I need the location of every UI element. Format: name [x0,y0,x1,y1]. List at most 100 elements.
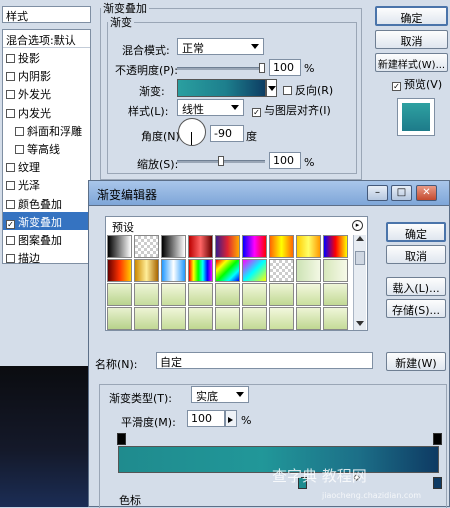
style-item-checkbox[interactable] [15,145,24,154]
close-button[interactable]: ✕ [416,185,437,201]
preset-swatch[interactable] [107,307,132,330]
style-item-checkbox[interactable] [6,236,15,245]
style-item[interactable]: 颜色叠加 [3,194,90,212]
new-style-button[interactable]: 新建样式(W)... [375,53,448,72]
styles-header[interactable]: 样式 [2,6,91,23]
gradient-picker[interactable] [177,79,266,97]
preset-swatch[interactable] [323,283,348,306]
new-gradient-button[interactable]: 新建(W) [386,352,446,371]
preset-swatch[interactable] [188,235,213,258]
preset-swatch[interactable] [215,235,240,258]
preset-swatch[interactable] [134,259,159,282]
scale-slider[interactable] [177,156,265,166]
gradient-dropdown[interactable] [266,79,277,97]
preset-swatch[interactable] [134,235,159,258]
gradient-type-select[interactable]: 实底 [191,386,249,403]
preset-swatch[interactable] [296,235,321,258]
opacity-stop-left[interactable] [117,433,126,445]
preset-swatch[interactable] [242,259,267,282]
preset-swatch[interactable] [242,235,267,258]
style-item[interactable]: ✓ 渐变叠加 [3,211,90,230]
presets-menu-icon[interactable]: ▸ [352,220,363,231]
preset-swatch[interactable] [242,283,267,306]
preset-swatch[interactable] [188,283,213,306]
style-item-checkbox[interactable] [6,254,15,264]
preset-swatch[interactable] [134,283,159,306]
preset-swatch[interactable] [161,235,186,258]
angle-dial[interactable] [178,118,206,146]
style-item-checkbox[interactable] [6,163,15,173]
align-checkbox[interactable]: ✓ [252,108,261,117]
style-item[interactable]: 光泽 [3,175,90,193]
scale-input[interactable]: 100 [269,152,301,169]
preset-swatch[interactable] [323,235,348,258]
preview-checkbox[interactable]: ✓ [392,82,401,91]
blend-mode-select[interactable]: 正常 [177,38,264,55]
preset-swatch[interactable] [296,283,321,306]
angle-input[interactable]: -90 [210,125,244,142]
preset-swatch[interactable] [296,307,321,330]
ok-button[interactable]: 确定 [375,6,448,26]
style-item[interactable]: 外发光 [3,84,90,102]
style-item[interactable]: 斜面和浮雕 [3,121,90,139]
preset-swatch[interactable] [269,235,294,258]
opacity-input[interactable]: 100 [269,59,301,76]
opacity-stop-right[interactable] [433,433,442,445]
smoothness-stepper[interactable] [225,410,237,427]
preset-swatch[interactable] [296,259,321,282]
scroll-up-icon[interactable] [356,236,364,241]
gradient-editor-titlebar[interactable]: 渐变编辑器 – □ ✕ [89,181,449,206]
blend-options-item[interactable]: 混合选项:默认 [3,30,90,48]
preset-swatch[interactable] [269,283,294,306]
preset-swatch[interactable] [161,307,186,330]
preset-swatch[interactable] [107,283,132,306]
style-item[interactable]: 图案叠加 [3,230,90,248]
editor-cancel-button[interactable]: 取消 [386,245,446,264]
preview-option[interactable]: ✓ 预览(V) [392,76,442,92]
style-item[interactable]: 描边 [3,248,90,266]
style-select[interactable]: 线性 [177,99,244,116]
preset-swatch[interactable] [323,307,348,330]
preset-swatch[interactable] [161,283,186,306]
style-item[interactable]: 内阴影 [3,66,90,84]
style-item[interactable]: 纹理 [3,157,90,175]
style-item[interactable]: 内发光 [3,103,90,121]
style-item-checkbox[interactable] [15,126,24,136]
style-item[interactable]: 等高线 [3,139,90,157]
preset-swatch[interactable] [161,259,186,282]
preset-swatch[interactable] [107,235,132,258]
style-item-checkbox[interactable] [6,90,15,100]
style-item-checkbox[interactable] [6,108,15,118]
load-button[interactable]: 载入(L)... [386,277,446,296]
preset-swatch[interactable] [107,259,132,282]
preset-swatch[interactable] [188,307,213,330]
preset-swatch[interactable] [134,307,159,330]
maximize-button[interactable]: □ [391,185,412,201]
style-item-checkbox[interactable] [6,54,15,63]
preset-swatch[interactable] [215,283,240,306]
style-item-checkbox[interactable]: ✓ [6,219,15,229]
editor-ok-button[interactable]: 确定 [386,222,446,242]
opacity-slider-thumb[interactable] [259,63,265,73]
reverse-checkbox[interactable] [283,86,292,95]
style-item-checkbox[interactable] [6,72,15,82]
cancel-button[interactable]: 取消 [375,30,448,49]
opacity-slider[interactable] [177,63,265,73]
preset-swatch[interactable] [242,307,267,330]
preset-swatch[interactable] [269,307,294,330]
scale-slider-thumb[interactable] [218,156,224,166]
preset-swatch[interactable] [215,259,240,282]
style-item[interactable]: 投影 [3,48,90,66]
preset-swatch[interactable] [269,259,294,282]
preset-swatch[interactable] [323,259,348,282]
minimize-button[interactable]: – [367,185,388,201]
smoothness-input[interactable]: 100 [187,410,225,427]
scroll-thumb[interactable] [355,251,365,265]
preset-swatch[interactable] [188,259,213,282]
preset-swatch[interactable] [215,307,240,330]
style-item-checkbox[interactable] [6,199,15,209]
reverse-option[interactable]: 反向(R) [283,82,333,98]
scroll-down-icon[interactable] [356,321,364,326]
style-item-checkbox[interactable] [6,181,15,191]
name-input[interactable]: 自定 [156,352,373,369]
